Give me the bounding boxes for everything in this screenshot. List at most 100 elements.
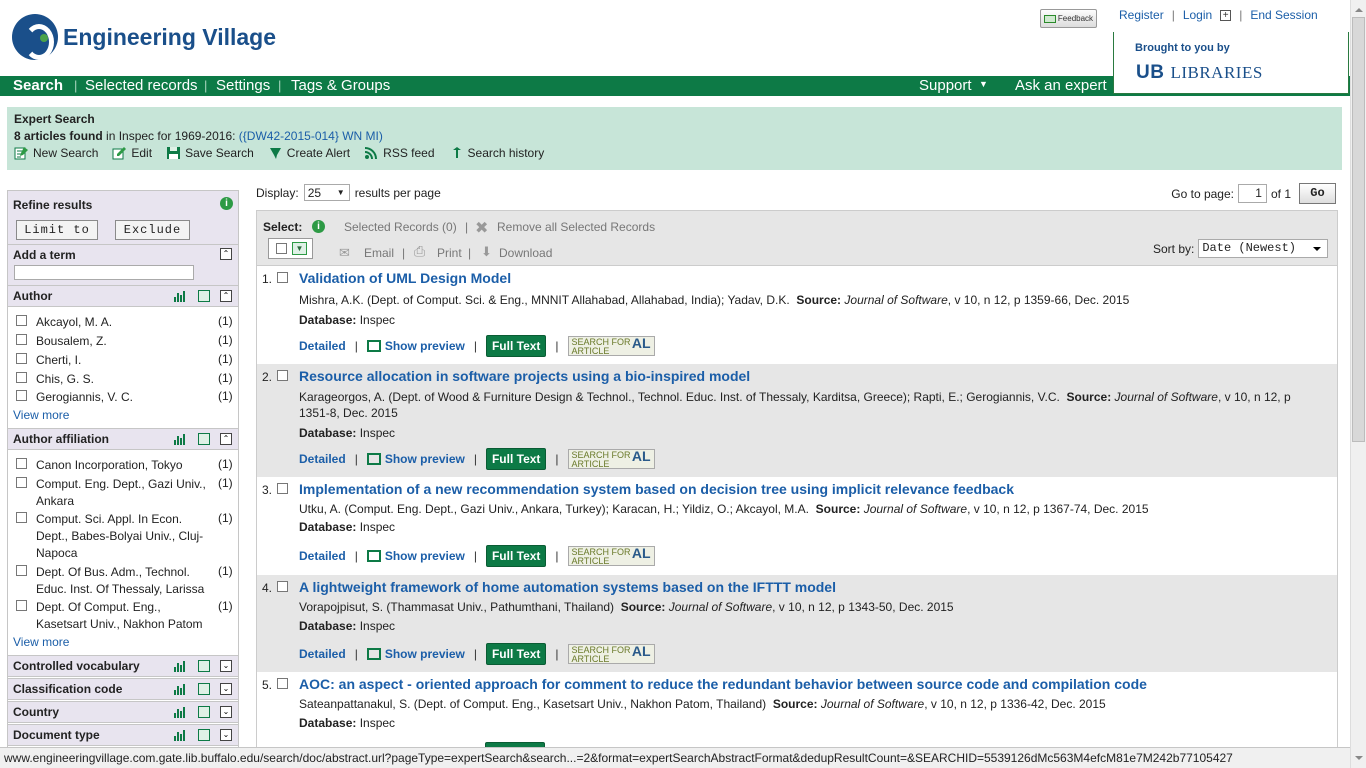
goto-page-input[interactable]: 1	[1237, 184, 1267, 203]
show-preview-link[interactable]: Show preview	[366, 647, 465, 661]
results-per-page-select[interactable]: 25 ▼	[303, 184, 350, 201]
show-preview-link[interactable]: Show preview	[366, 452, 465, 466]
save-icon[interactable]	[198, 706, 210, 718]
end-session-link[interactable]: End Session	[1250, 8, 1317, 22]
engineering-village-logo[interactable]: Engineering Village	[12, 14, 276, 60]
feedback-button[interactable]: Feedback	[1040, 9, 1097, 28]
checkbox[interactable]	[16, 372, 27, 383]
view-more-affiliations[interactable]: View more	[13, 635, 69, 649]
new-search-button[interactable]: New Search	[14, 146, 98, 160]
chart-icon[interactable]	[174, 660, 186, 672]
save-icon[interactable]	[198, 729, 210, 741]
info-icon[interactable]: i	[312, 220, 325, 233]
document-type-header[interactable]: Document type ⌄	[8, 724, 238, 746]
chart-icon[interactable]	[174, 433, 186, 445]
login-expand-icon[interactable]: +	[1220, 9, 1232, 21]
chart-icon[interactable]	[174, 290, 186, 302]
save-icon[interactable]	[198, 660, 210, 672]
select-dropdown-icon[interactable]: ▼	[292, 242, 307, 255]
record-checkbox[interactable]	[277, 581, 288, 592]
affiliation-section-header[interactable]: Author affiliation ⌃	[8, 428, 238, 450]
chart-icon[interactable]	[174, 683, 186, 695]
full-text-button[interactable]: Full Text	[485, 545, 547, 567]
expand-icon[interactable]: ⌄	[220, 729, 232, 741]
nav-selected-records[interactable]: Selected records	[85, 77, 198, 94]
nav-ask-expert[interactable]: Ask an expert	[1015, 77, 1107, 94]
author-section-header[interactable]: Author ⌃	[8, 285, 238, 307]
nav-tags-groups[interactable]: Tags & Groups	[291, 77, 390, 94]
detailed-link[interactable]: Detailed	[299, 452, 346, 466]
select-all-control[interactable]: ▼	[268, 238, 313, 259]
detailed-link[interactable]: Detailed	[299, 549, 346, 563]
full-text-button[interactable]: Full Text	[485, 448, 547, 470]
exclude-button[interactable]: Exclude	[115, 220, 190, 240]
view-more-authors[interactable]: View more	[13, 408, 69, 422]
edit-button[interactable]: Edit	[112, 146, 152, 160]
collapse-icon[interactable]: ⌃	[220, 290, 232, 302]
checkbox[interactable]	[16, 353, 27, 364]
nav-settings[interactable]: Settings	[216, 77, 270, 94]
checkbox[interactable]	[16, 390, 27, 401]
register-link[interactable]: Register	[1119, 8, 1164, 22]
rss-feed-button[interactable]: RSS feed	[364, 146, 435, 160]
sort-select[interactable]: Date (Newest)	[1198, 239, 1329, 258]
checkbox[interactable]	[16, 565, 27, 576]
search-for-article-button[interactable]: SEARCH FOR ARTICLE AL	[567, 644, 655, 664]
chart-icon[interactable]	[174, 729, 186, 741]
record-checkbox[interactable]	[277, 370, 288, 381]
create-alert-button[interactable]: Create Alert	[268, 146, 350, 160]
select-all-checkbox[interactable]	[276, 243, 287, 254]
download-button[interactable]: Download	[499, 246, 552, 260]
support-dropdown-icon[interactable]: ▼	[979, 79, 988, 89]
save-icon[interactable]	[198, 290, 210, 302]
checkbox[interactable]	[16, 334, 27, 345]
chart-icon[interactable]	[174, 706, 186, 718]
search-for-article-button[interactable]: SEARCH FOR ARTICLE AL	[567, 449, 655, 469]
scroll-down-icon[interactable]	[1355, 756, 1363, 764]
save-icon[interactable]	[198, 433, 210, 445]
info-icon[interactable]: i	[220, 197, 233, 210]
add-term-input[interactable]	[14, 265, 194, 280]
search-history-button[interactable]: Search history	[449, 146, 544, 160]
record-title-link[interactable]: AOC: an aspect - oriented approach for c…	[299, 676, 1147, 692]
remove-all-button[interactable]: Remove all Selected Records	[497, 220, 655, 234]
controlled-vocabulary-header[interactable]: Controlled vocabulary ⌄	[8, 655, 238, 677]
print-button[interactable]: Print	[437, 246, 462, 260]
search-for-article-button[interactable]: SEARCH FOR ARTICLE AL	[567, 336, 655, 356]
collapse-icon[interactable]: ⌃	[220, 248, 232, 260]
record-title-link[interactable]: Implementation of a new recommendation s…	[299, 481, 1014, 497]
login-link[interactable]: Login	[1183, 8, 1212, 22]
expand-icon[interactable]: ⌄	[220, 683, 232, 695]
collapse-icon[interactable]: ⌃	[220, 433, 232, 445]
expand-icon[interactable]: ⌄	[220, 706, 232, 718]
save-search-button[interactable]: Save Search	[166, 146, 254, 160]
record-checkbox[interactable]	[277, 678, 288, 689]
search-for-article-button[interactable]: SEARCH FOR ARTICLE AL	[567, 546, 655, 566]
go-button[interactable]: Go	[1299, 183, 1336, 204]
record-title-link[interactable]: Resource allocation in software projects…	[299, 368, 750, 384]
scroll-up-icon[interactable]	[1355, 4, 1363, 12]
checkbox[interactable]	[16, 315, 27, 326]
full-text-button[interactable]: Full Text	[485, 335, 547, 357]
country-header[interactable]: Country ⌄	[8, 701, 238, 723]
full-text-button[interactable]: Full Text	[485, 643, 547, 665]
nav-support[interactable]: Support	[919, 77, 972, 94]
record-title-link[interactable]: A lightweight framework of home automati…	[299, 579, 836, 595]
checkbox[interactable]	[16, 600, 27, 611]
checkbox[interactable]	[16, 477, 27, 488]
scroll-thumb[interactable]	[1352, 17, 1365, 442]
record-checkbox[interactable]	[277, 272, 288, 283]
expand-icon[interactable]: ⌄	[220, 660, 232, 672]
record-title-link[interactable]: Validation of UML Design Model	[299, 270, 511, 286]
library-branding[interactable]: Brought to you by UB LIBRARIES	[1113, 32, 1349, 94]
record-checkbox[interactable]	[277, 483, 288, 494]
search-query-link[interactable]: ({DW42-2015-014} WN MI)	[239, 129, 383, 143]
show-preview-link[interactable]: Show preview	[366, 549, 465, 563]
checkbox[interactable]	[16, 512, 27, 523]
email-button[interactable]: Email	[364, 246, 394, 260]
show-preview-link[interactable]: Show preview	[366, 339, 465, 353]
save-icon[interactable]	[198, 683, 210, 695]
limit-to-button[interactable]: Limit to	[16, 220, 98, 240]
classification-code-header[interactable]: Classification code ⌄	[8, 678, 238, 700]
checkbox[interactable]	[16, 458, 27, 469]
